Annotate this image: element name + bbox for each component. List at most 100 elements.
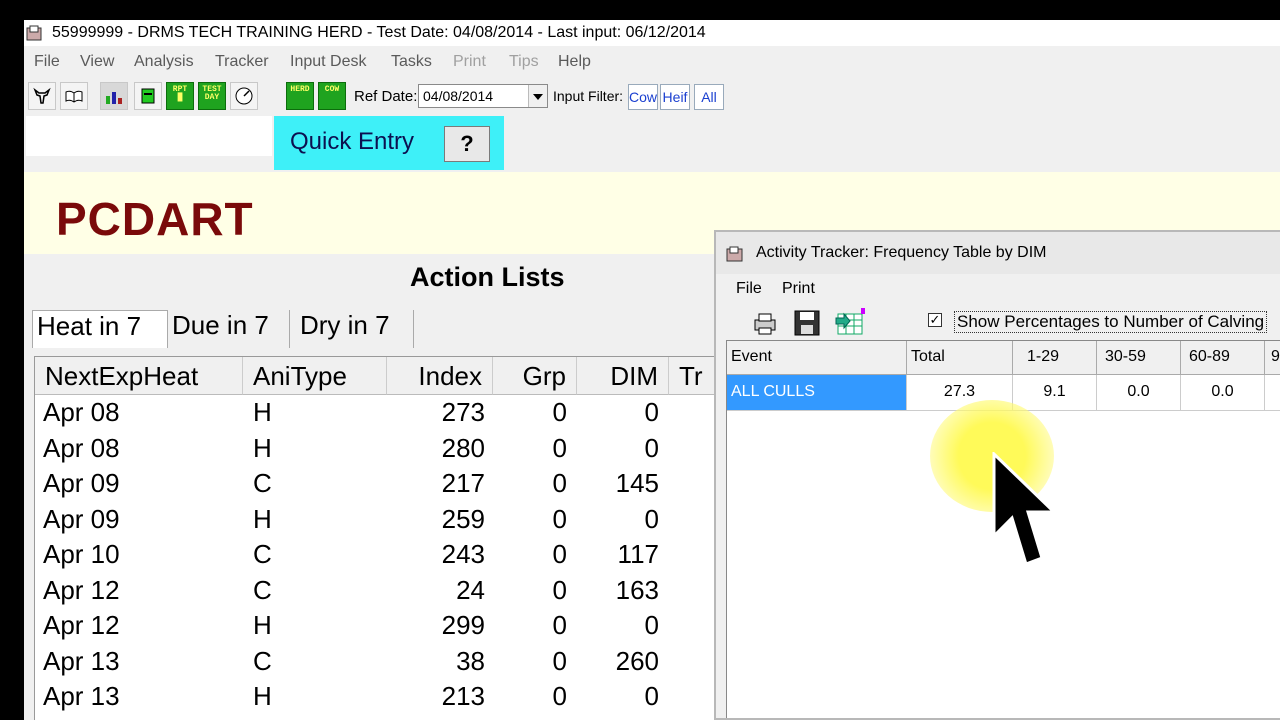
tracker-menu-print[interactable]: Print [782,280,815,298]
menu-tips[interactable]: Tips [509,53,539,71]
cell-90-plus[interactable] [1265,375,1280,411]
tab-dry-in-7[interactable]: Dry in 7 [296,310,414,348]
column-header-nextexpheat[interactable]: NextExpHeat [35,357,243,395]
test-day-icon[interactable]: TEST DAY [198,82,226,110]
tracker-menu-bar: File Print [716,276,1280,302]
cell-grp: 0 [552,468,567,498]
filter-heif-button[interactable]: Heif [660,84,690,110]
table-row[interactable]: Apr 08 H 273 0 0 [35,397,735,433]
cow-summary-button[interactable]: COW [318,82,346,110]
tracker-title-bar: Activity Tracker: Frequency Table by DIM [716,232,1280,274]
filter-all-button[interactable]: All [694,84,724,110]
cell-dim: 0 [644,681,659,711]
cell-nextexpheat: Apr 09 [43,503,120,534]
toolbar: RPT █ TEST DAY HERD COW Ref Date: 04/08/20… [24,80,1280,112]
column-header-60-89[interactable]: 60-89 [1181,341,1265,375]
menu-input-desk[interactable]: Input Desk [290,53,366,71]
cell-event-all-culls[interactable]: ALL CULLS [727,375,907,411]
cell-anitype: H [253,432,272,463]
cell-dim: 145 [615,468,659,498]
tracker-title: Activity Tracker: Frequency Table by DIM [756,244,1047,261]
filter-cow-button[interactable]: Cow [628,84,658,110]
gauge-icon[interactable] [230,82,258,110]
cell-grp: 0 [552,681,567,711]
tracker-menu-file[interactable]: File [736,280,762,298]
cell-grp: 0 [552,574,567,605]
title-bar: 55999999 - DRMS TECH TRAINING HERD - Tes… [24,20,1280,46]
app-icon [26,25,42,41]
column-header-total[interactable]: Total [907,341,1013,375]
menu-help[interactable]: Help [558,53,591,71]
column-header-30-59[interactable]: 30-59 [1097,341,1181,375]
cow-icon[interactable] [28,82,56,110]
window-title: 55999999 - DRMS TECH TRAINING HERD - Tes… [52,24,706,41]
table-row[interactable]: Apr 09 C 217 0 145 [35,468,735,504]
ref-date-dropdown[interactable]: 04/08/2014 [418,84,548,108]
rpt-icon[interactable]: RPT █ [166,82,194,110]
tab-heat-in-7[interactable]: Heat in 7 [32,310,168,348]
cell-grp: 0 [552,432,567,463]
column-header-90-plus[interactable]: 9 [1265,341,1280,375]
chevron-down-icon[interactable] [528,85,547,107]
cell-nextexpheat: Apr 08 [43,432,120,463]
cell-grp: 0 [552,503,567,534]
cow-head-icon[interactable] [134,82,162,110]
cell-1-29[interactable]: 9.1 [1013,375,1097,411]
herd-summary-button[interactable]: HERD [286,82,314,110]
herd-button-label: HERD [290,85,310,94]
cell-60-89[interactable]: 0.0 [1181,375,1265,411]
cell-index: 38 [456,645,485,676]
table-row[interactable]: Apr 09 H 259 0 0 [35,504,735,540]
cell-anitype: C [253,539,272,569]
menu-print[interactable]: Print [453,53,486,71]
cell-30-59[interactable]: 0.0 [1097,375,1181,411]
menu-tasks[interactable]: Tasks [391,53,432,71]
help-button[interactable]: ? [444,126,490,162]
cell-anitype: C [253,468,272,498]
table-row[interactable]: Apr 12 H 299 0 0 [35,610,735,646]
cell-anitype: H [253,610,272,640]
column-header-1-29[interactable]: 1-29 [1013,341,1097,375]
column-header-dim[interactable]: DIM [577,357,669,395]
menu-tracker[interactable]: Tracker [215,53,269,71]
cell-dim: 0 [644,397,659,427]
save-icon[interactable] [792,308,822,338]
column-header-grp[interactable]: Grp [493,357,577,395]
action-lists-title: Action Lists [410,262,565,292]
cell-index: 273 [441,397,485,427]
cell-anitype: H [253,681,272,711]
menu-file[interactable]: File [34,53,60,71]
show-percentages-checkbox[interactable]: ✓ [928,313,942,327]
table-row[interactable]: Apr 10 C 243 0 117 [35,539,735,575]
quick-entry-label: Quick Entry [290,128,415,155]
table-row[interactable]: Apr 08 H 280 0 0 [35,433,735,469]
cell-grp: 0 [552,539,567,569]
book-icon[interactable] [60,82,88,110]
print-icon[interactable] [750,308,780,338]
menu-view[interactable]: View [80,53,114,71]
tab-due-in-7[interactable]: Due in 7 [168,310,290,348]
export-excel-icon[interactable] [834,308,865,338]
cell-index: 243 [441,539,485,569]
table-row[interactable]: Apr 13 H 213 0 0 [35,681,735,717]
quick-entry-input[interactable] [26,116,272,156]
cell-grp: 0 [552,610,567,640]
cell-nextexpheat: Apr 09 [43,468,120,498]
cell-anitype: C [253,574,272,605]
cell-grp: 0 [552,645,567,676]
cell-index: 217 [441,468,485,498]
cell-nextexpheat: Apr 12 [43,574,120,605]
cell-nextexpheat: Apr 10 [43,539,120,569]
column-header-anitype[interactable]: AniType [243,357,387,395]
column-header-index[interactable]: Index [387,357,493,395]
cell-nextexpheat: Apr 13 [43,681,120,711]
show-percentages-label[interactable]: Show Percentages to Number of Calving [954,311,1268,333]
menu-analysis[interactable]: Analysis [134,53,194,71]
column-header-event[interactable]: Event [727,341,907,375]
table-row[interactable]: Apr 13 C 38 0 260 [35,646,735,682]
cell-anitype: H [253,503,272,534]
cow-chart-icon[interactable] [100,82,128,110]
action-list-table: NextExpHeat AniType Index Grp DIM Tr Apr… [34,356,736,720]
cow-button-label: COW [324,85,340,94]
table-row[interactable]: Apr 12 C 24 0 163 [35,575,735,611]
